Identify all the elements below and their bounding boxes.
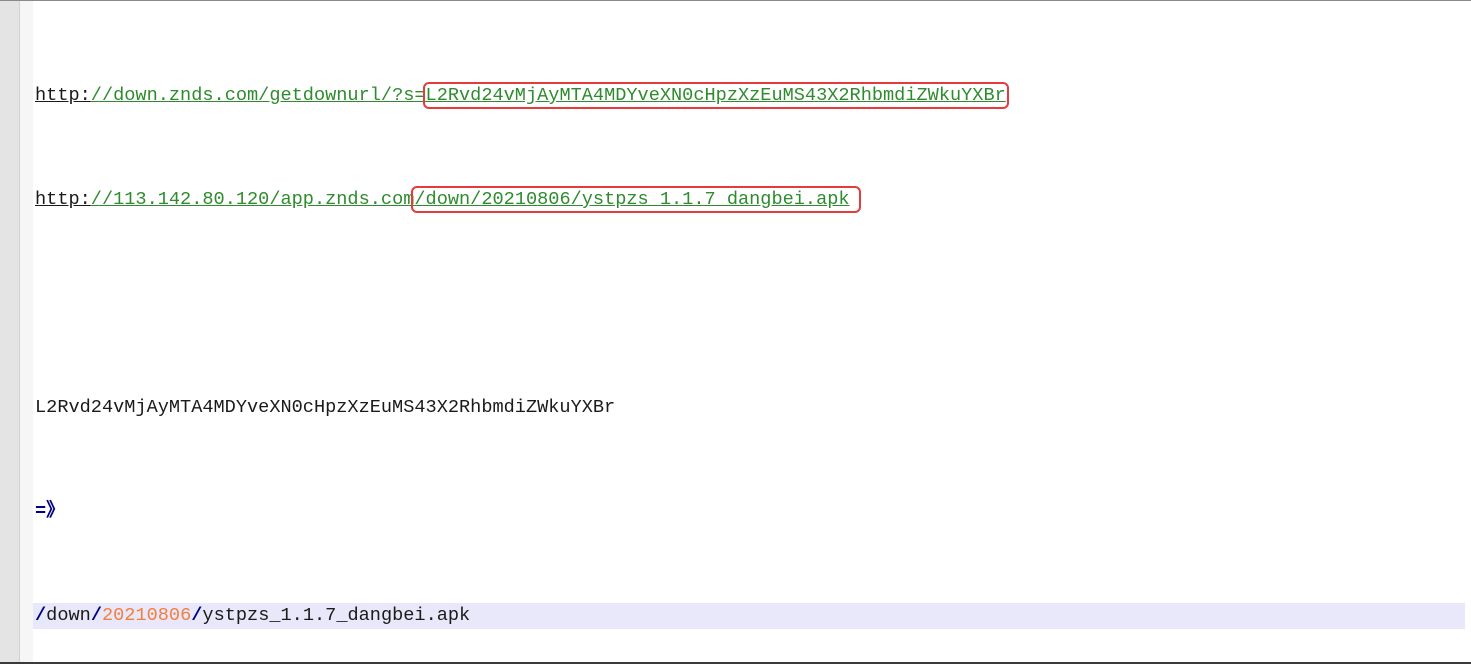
- line-number-gutter: [0, 1, 20, 662]
- url-link[interactable]: //113.142.80.120/app.znds.com: [91, 189, 415, 210]
- line-3-empty[interactable]: [35, 291, 1471, 317]
- path-segment-filename: ystpzs_1.1.7_dangbei.apk: [202, 605, 471, 626]
- path-segment-date: 20210806: [101, 605, 192, 626]
- fold-margin: [20, 1, 33, 662]
- text-editor[interactable]: http://down.znds.com/getdownurl/?s=L2Rvd…: [0, 0, 1471, 664]
- path-slash: /: [191, 605, 203, 626]
- line-4[interactable]: L2Rvd24vMjAyMTA4MDYveXN0cHpzXzEuMS43X2Rh…: [35, 395, 1471, 421]
- url-path[interactable]: /down/20210806/ystpzs_1.1.7_dangbei.apk: [414, 189, 849, 210]
- line-1[interactable]: http://down.znds.com/getdownurl/?s=L2Rvd…: [35, 82, 1471, 109]
- highlighted-path[interactable]: /down/20210806/ystpzs_1.1.7_dangbei.apk: [411, 186, 861, 213]
- path-segment-down: down: [46, 605, 91, 626]
- line-5[interactable]: =》: [35, 499, 1471, 525]
- line-2[interactable]: http://113.142.80.120/app.znds.com/down/…: [35, 186, 1471, 213]
- url-link[interactable]: //down.znds.com/getdownurl/?s=: [91, 85, 426, 106]
- path-slash: /: [35, 605, 47, 626]
- path-slash: /: [90, 605, 102, 626]
- arrow-operator: =》: [35, 501, 65, 522]
- encoded-string: L2Rvd24vMjAyMTA4MDYveXN0cHpzXzEuMS43X2Rh…: [35, 397, 616, 418]
- url-scheme[interactable]: http:: [35, 85, 91, 106]
- url-scheme[interactable]: http:: [35, 189, 91, 210]
- line-6-current[interactable]: /down/20210806/ystpzs_1.1.7_dangbei.apk: [33, 603, 1465, 629]
- text-area[interactable]: http://down.znds.com/getdownurl/?s=L2Rvd…: [33, 5, 1471, 662]
- highlighted-query-value[interactable]: L2Rvd24vMjAyMTA4MDYveXN0cHpzXzEuMS43X2Rh…: [422, 82, 1009, 109]
